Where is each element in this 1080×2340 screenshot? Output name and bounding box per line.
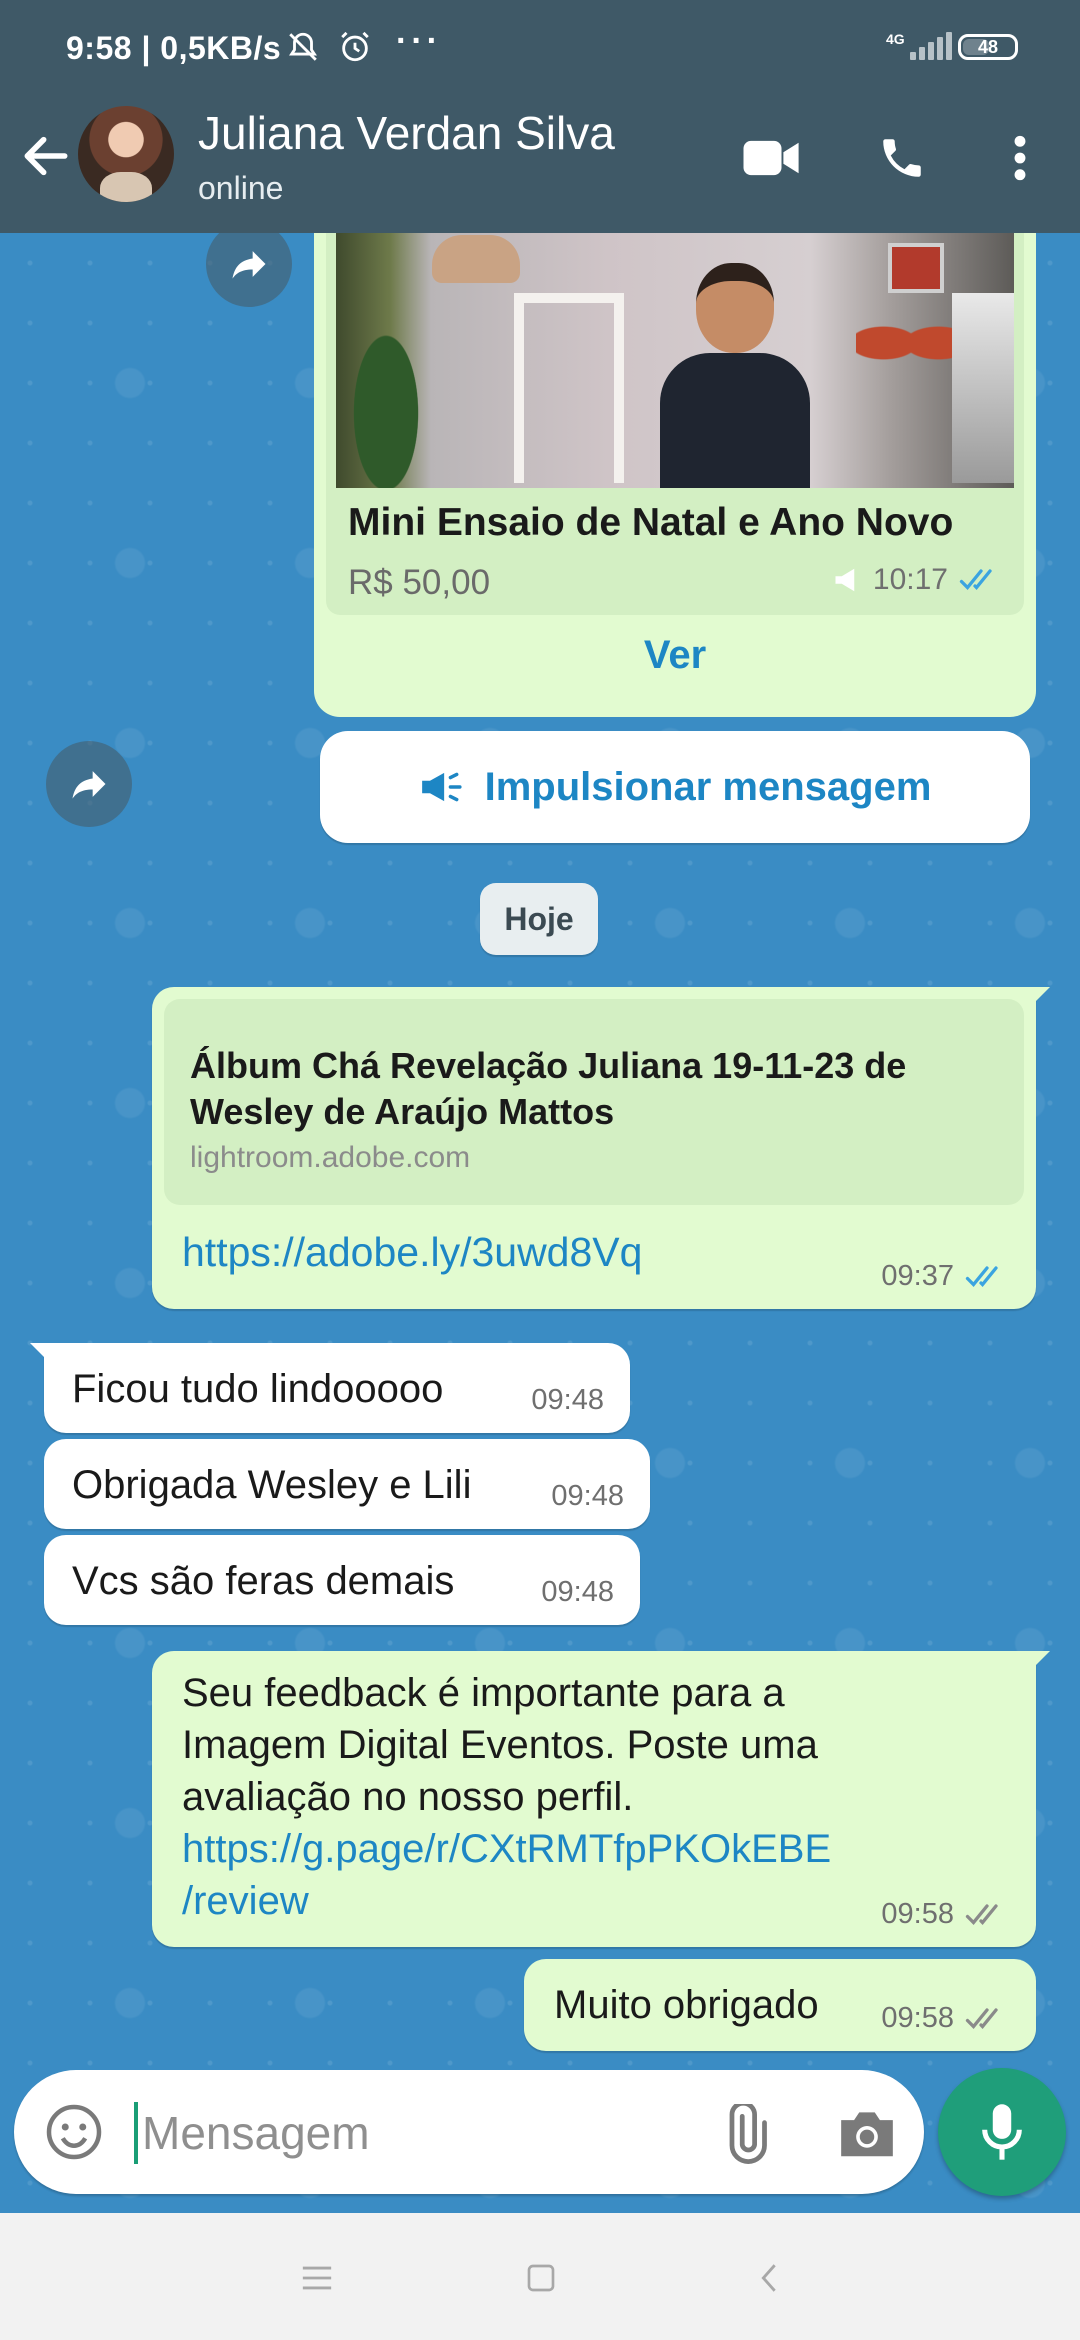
contact-avatar[interactable] (78, 106, 174, 202)
double-check-delivered-icon (965, 1903, 998, 1925)
voice-record-button[interactable] (938, 2068, 1066, 2196)
chat-area[interactable]: Mini Ensaio de Natal e Ano Novo R$ 50,00… (0, 233, 1080, 2213)
status-bar: 9:58 | 0,5KB/s ··· 4G 48 (0, 0, 1080, 98)
contact-name[interactable]: Juliana Verdan Silva (198, 106, 615, 160)
camera-icon[interactable] (836, 2104, 898, 2162)
message-text: Ficou tudo lindooooo (72, 1367, 444, 1411)
message-meta: 09:48 (541, 1576, 614, 1609)
link-message[interactable]: Álbum Chá Revelação Juliana 19-11-23 de … (152, 987, 1050, 1309)
double-check-read-icon (965, 1265, 998, 1287)
message-composer[interactable] (14, 2070, 924, 2194)
message-text: Vcs são feras demais (72, 1559, 455, 1603)
product-message[interactable]: Mini Ensaio de Natal e Ano Novo R$ 50,00… (314, 233, 1036, 717)
share-arrow-icon (72, 771, 106, 799)
battery-icon: 48 (958, 34, 1018, 60)
message-meta: 09:58 (881, 2002, 1010, 2035)
link-url[interactable]: https://adobe.ly/3uwd8Vq (182, 1229, 642, 1276)
message-text: Obrigada Wesley e Lili (72, 1463, 472, 1507)
message-time: 09:48 (551, 1480, 624, 1512)
link-preview-domain: lightroom.adobe.com (190, 1141, 471, 1174)
microphone-icon (982, 2104, 1022, 2160)
share-arrow-icon (232, 251, 266, 279)
signal-icon (910, 32, 952, 60)
forward-product-button[interactable] (206, 233, 292, 307)
boost-label: Impulsionar mensagem (484, 764, 932, 809)
incoming-message[interactable]: Obrigada Wesley e Lili 09:48 (44, 1439, 650, 1529)
status-icons (286, 30, 372, 64)
message-meta: 09:48 (531, 1384, 604, 1417)
more-notifications-icon: ··· (396, 22, 442, 60)
message-time: 09:37 (881, 1260, 954, 1292)
link-preview-title: Álbum Chá Revelação Juliana 19-11-23 de … (190, 1045, 907, 1132)
emoji-icon[interactable] (44, 2102, 104, 2162)
system-navigation-bar (0, 2213, 1080, 2340)
clock: 9:58 | 0,5KB/s (66, 30, 282, 66)
message-time: 09:58 (881, 2002, 954, 2034)
message-text: Seu feedback é importante para a Imagem … (182, 1667, 1002, 1927)
message-time: 10:17 (872, 563, 948, 596)
message-meta: 09:37 (881, 1260, 1010, 1293)
paperclip-icon[interactable] (714, 2104, 774, 2164)
mute-bell-icon (289, 32, 317, 61)
double-check-read-icon (959, 569, 992, 590)
contact-status: online (198, 170, 284, 206)
view-product-button[interactable]: Ver (314, 633, 1036, 678)
review-link[interactable]: https://g.page/r/CXtRMTfpPKOkEBE/review (182, 1823, 1002, 1927)
double-check-delivered-icon (965, 2007, 998, 2029)
video-call-icon[interactable] (740, 126, 804, 190)
text-caret (134, 2102, 138, 2164)
message-input[interactable] (142, 2098, 702, 2168)
top-bar: 9:58 | 0,5KB/s ··· 4G 48 Juliana Verdan … (0, 0, 1080, 233)
boost-message-button[interactable]: Impulsionar mensagem (320, 731, 1030, 843)
message-time: 09:58 (881, 1898, 954, 1930)
message-meta: 09:58 (881, 1898, 1010, 1931)
more-options-icon[interactable] (988, 126, 1052, 190)
message-time: 09:48 (541, 1576, 614, 1608)
back-arrow-icon[interactable] (18, 128, 74, 184)
product-title: Mini Ensaio de Natal e Ano Novo (348, 501, 954, 544)
incoming-message[interactable]: Vcs são feras demais 09:48 (44, 1535, 640, 1625)
message-meta: 09:48 (551, 1480, 624, 1513)
incoming-message[interactable]: Ficou tudo lindooooo 09:48 (30, 1343, 630, 1433)
back-nav-icon[interactable] (742, 2251, 796, 2305)
network-type: 4G (886, 31, 905, 47)
message-text: Muito obrigado (554, 1983, 819, 2027)
date-separator: Hoje (480, 883, 598, 955)
voice-call-icon[interactable] (870, 126, 934, 190)
message-meta: 10:17 (833, 563, 1004, 597)
outgoing-message[interactable]: Muito obrigado 09:58 (524, 1959, 1036, 2051)
feedback-message[interactable]: Seu feedback é importante para a Imagem … (152, 1651, 1050, 1947)
link-preview-card[interactable]: Álbum Chá Revelação Juliana 19-11-23 de … (164, 999, 1024, 1205)
product-photo[interactable] (336, 233, 1014, 488)
recent-apps-icon[interactable] (290, 2251, 344, 2305)
megaphone-icon (835, 568, 855, 592)
alarm-icon (341, 31, 369, 62)
megaphone-icon (421, 772, 462, 802)
product-preview[interactable]: Mini Ensaio de Natal e Ano Novo R$ 50,00… (326, 233, 1024, 615)
home-icon[interactable] (514, 2251, 568, 2305)
product-price: R$ 50,00 (348, 563, 491, 602)
message-time: 09:48 (531, 1384, 604, 1416)
forward-link-button[interactable] (46, 741, 132, 827)
